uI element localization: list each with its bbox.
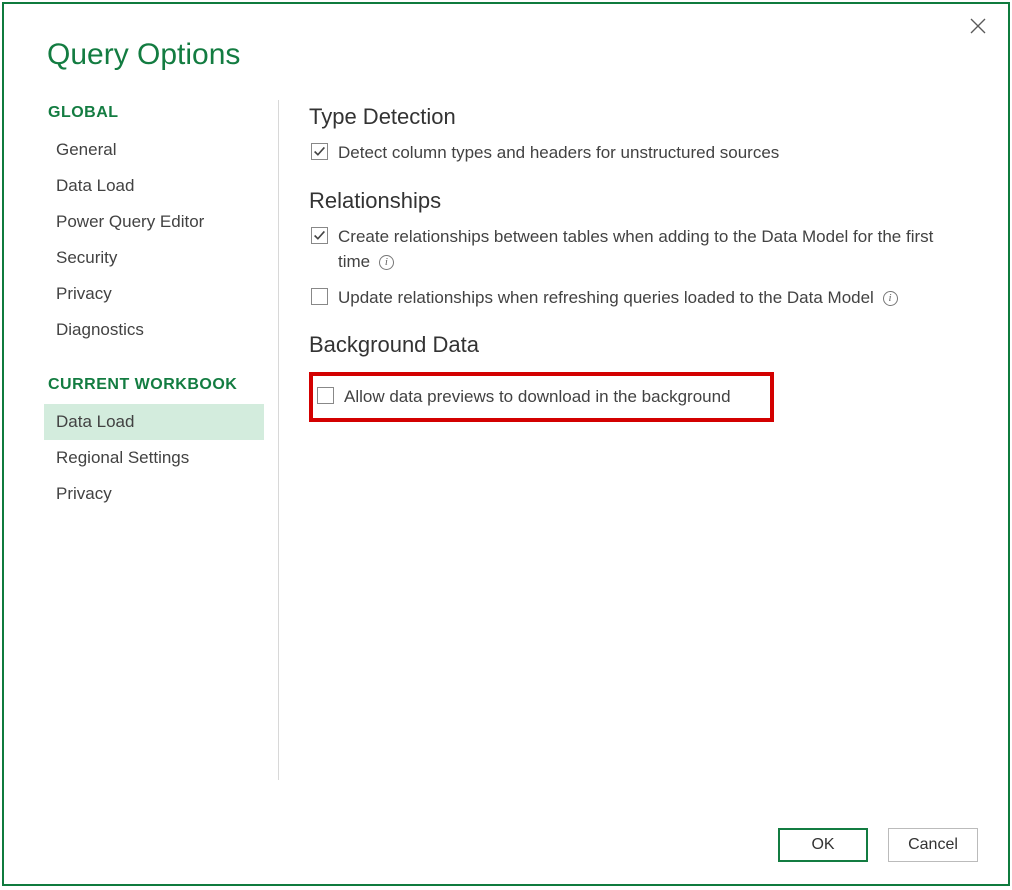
label-update-relationships: Update relationships when refreshing que…	[338, 285, 898, 311]
sidebar-item-power-query-editor[interactable]: Power Query Editor	[44, 204, 264, 240]
ok-button[interactable]: OK	[778, 828, 868, 862]
checkbox-allow-background[interactable]	[317, 387, 334, 404]
cancel-button[interactable]: Cancel	[888, 828, 978, 862]
label-allow-background: Allow data previews to download in the b…	[344, 384, 731, 410]
sidebar-section-global: GLOBAL	[44, 104, 278, 122]
sidebar: GLOBAL General Data Load Power Query Edi…	[4, 100, 279, 780]
dialog-footer: OK Cancel	[778, 828, 978, 862]
sidebar-item-regional-settings[interactable]: Regional Settings	[44, 440, 264, 476]
sidebar-section-current-workbook: CURRENT WORKBOOK	[44, 376, 278, 394]
label-create-relationships: Create relationships between tables when…	[338, 224, 968, 275]
content-panel: Type Detection Detect column types and h…	[279, 100, 1008, 780]
heading-relationships: Relationships	[309, 188, 968, 214]
info-icon[interactable]: i	[379, 255, 394, 270]
label-detect-types: Detect column types and headers for unst…	[338, 140, 779, 166]
sidebar-item-security[interactable]: Security	[44, 240, 264, 276]
heading-background-data: Background Data	[309, 332, 968, 358]
heading-type-detection: Type Detection	[309, 104, 968, 130]
sidebar-item-data-load-global[interactable]: Data Load	[44, 168, 264, 204]
close-icon[interactable]	[970, 18, 990, 38]
sidebar-item-data-load-workbook[interactable]: Data Load	[44, 404, 264, 440]
sidebar-item-privacy-global[interactable]: Privacy	[44, 276, 264, 312]
dialog-title: Query Options	[4, 4, 1008, 72]
checkbox-detect-types[interactable]	[311, 143, 328, 160]
sidebar-item-diagnostics[interactable]: Diagnostics	[44, 312, 264, 348]
checkbox-create-relationships[interactable]	[311, 227, 328, 244]
info-icon[interactable]: i	[883, 291, 898, 306]
checkbox-update-relationships[interactable]	[311, 288, 328, 305]
sidebar-item-privacy-workbook[interactable]: Privacy	[44, 476, 264, 512]
query-options-dialog: Query Options GLOBAL General Data Load P…	[2, 2, 1010, 886]
sidebar-item-general[interactable]: General	[44, 132, 264, 168]
highlight-box: Allow data previews to download in the b…	[309, 372, 774, 422]
